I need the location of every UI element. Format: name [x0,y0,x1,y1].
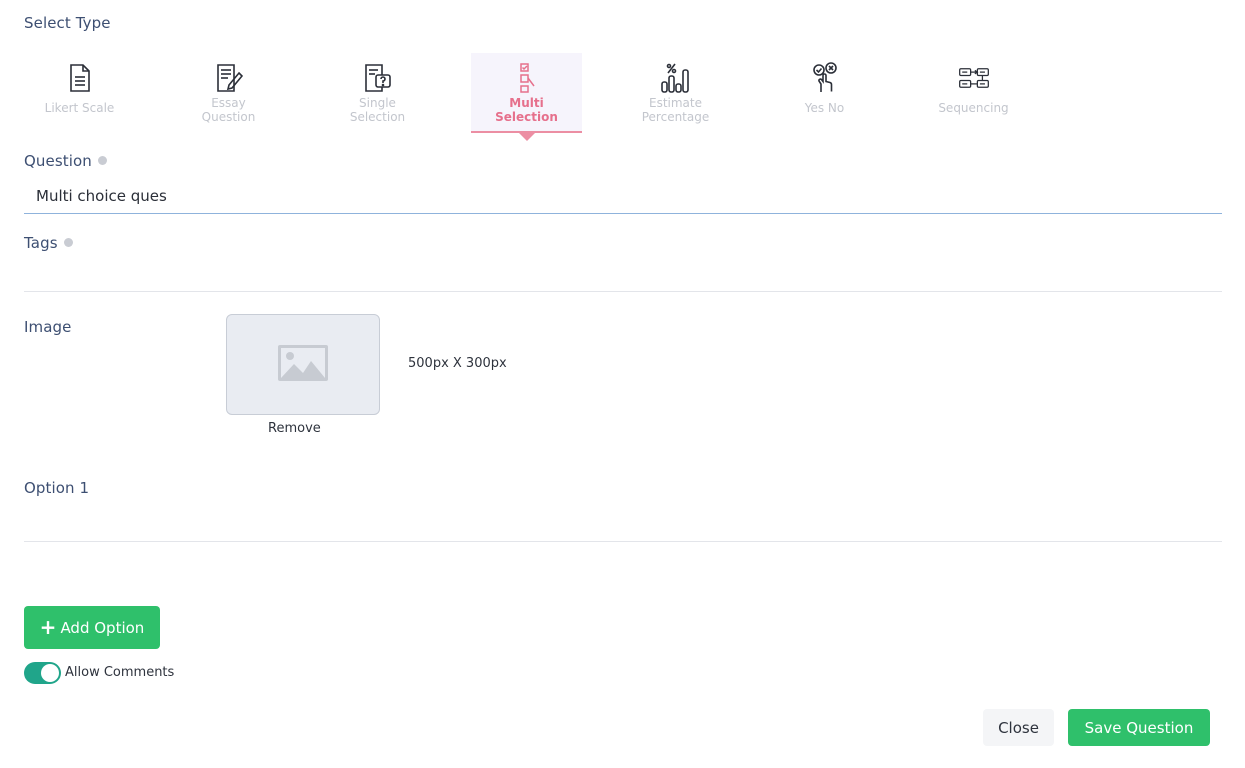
add-option-label: Add Option [60,618,145,637]
document-list-icon [64,61,96,95]
type-label-line2: Selection [495,110,558,124]
document-question-icon [362,61,394,95]
select-type-heading: Select Type [24,14,111,32]
document-pen-icon [213,61,245,95]
question-input[interactable] [24,178,1222,214]
type-label-line1: Single [359,96,396,110]
sequence-flow-icon [958,61,990,95]
type-label-line2: Question [201,110,256,124]
type-estimate-percentage[interactable]: Estimate Percentage [620,53,731,133]
save-question-button[interactable]: Save Question [1068,709,1210,746]
type-label: Yes No [804,101,845,115]
type-label-line1: Essay [211,96,246,110]
tags-label: Tags [24,234,58,252]
image-upload-box[interactable] [226,314,380,415]
question-type-selector: Likert Scale Essay Question Single Selec… [24,53,1024,143]
check-cross-hand-icon [809,61,841,95]
active-caret [519,133,535,141]
remove-image-link[interactable]: Remove [268,421,321,436]
type-label: Likert Scale [44,101,115,115]
type-label-line1: Multi [509,96,544,110]
close-button[interactable]: Close [983,709,1054,746]
image-size-hint: 500px X 300px [408,356,507,371]
option-label: Option 1 [24,479,90,497]
plus-icon: + [39,614,57,639]
toggle-knob [41,664,59,682]
percent-bars-icon [660,61,692,95]
type-label-line2: Percentage [641,110,710,124]
tags-label-row: Tags [24,234,73,252]
type-label: Sequencing [938,101,1009,115]
type-likert-scale[interactable]: Likert Scale [24,53,135,133]
type-single-selection[interactable]: Single Selection [322,53,433,133]
image-placeholder-icon [278,344,328,385]
allow-comments-toggle[interactable] [24,662,61,684]
option-input[interactable] [24,505,1222,542]
allow-comments-label: Allow Comments [65,665,175,680]
question-label-row: Question [24,152,107,170]
type-yes-no[interactable]: Yes No [769,53,880,133]
type-label-line1: Estimate [648,96,702,110]
type-sequencing[interactable]: Sequencing [918,53,1029,133]
info-icon[interactable] [97,156,107,165]
tags-input[interactable] [24,258,1222,292]
question-label: Question [24,152,92,170]
checkbox-list-icon [511,61,543,95]
type-essay-question[interactable]: Essay Question [173,53,284,133]
type-label-line2: Selection [349,110,406,124]
info-icon[interactable] [63,238,73,247]
add-option-button[interactable]: + Add Option [24,606,160,649]
type-multi-selection[interactable]: Multi Selection [471,53,582,141]
image-label: Image [24,318,72,336]
